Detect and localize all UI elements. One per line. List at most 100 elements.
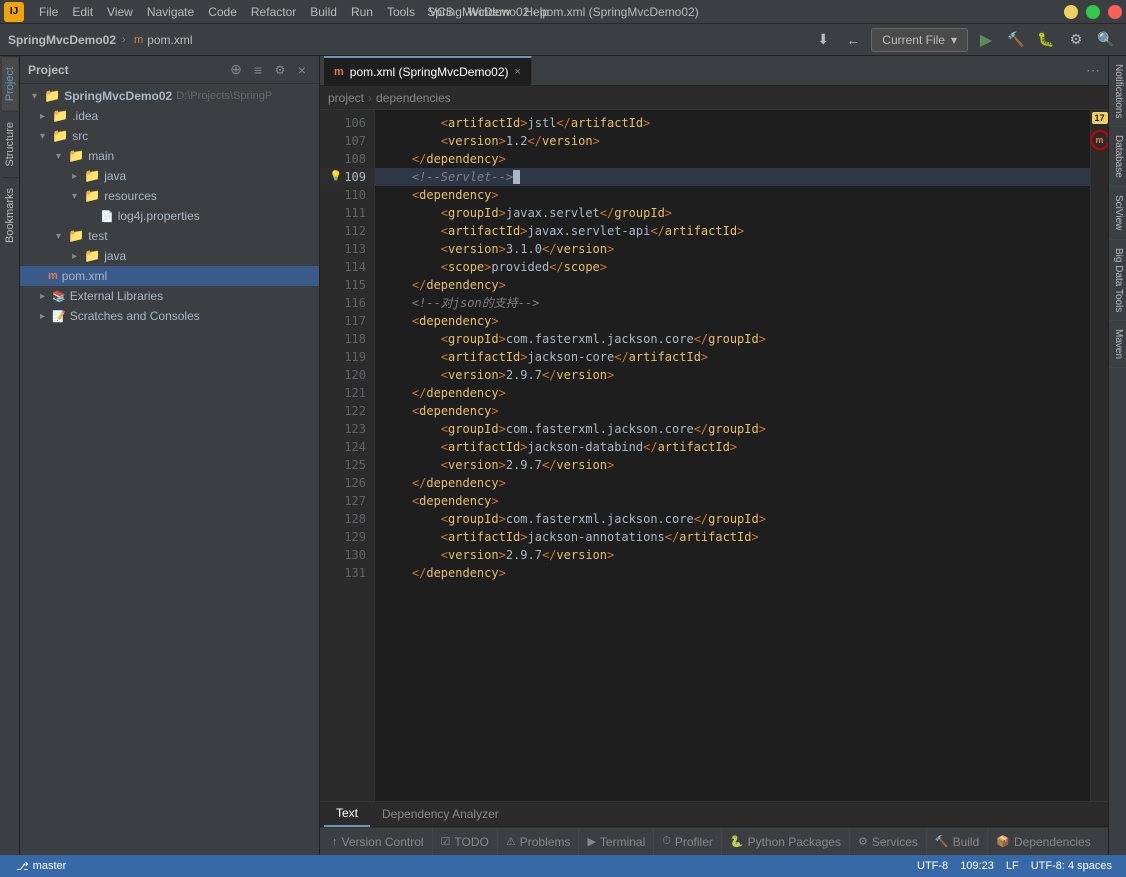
status-linesep[interactable]: LF (1000, 860, 1025, 872)
menu-item-navigate[interactable]: Navigate (140, 3, 201, 21)
code-line-130: <version>2.9.7</version> (375, 546, 1090, 564)
status-indent[interactable]: UTF-8: 4 spaces (1025, 860, 1118, 872)
status-position[interactable]: 109:23 (954, 860, 1000, 872)
right-tab-bigdata[interactable]: Big Data Tools (1109, 240, 1126, 321)
line-numbers-gutter: 106 107 108 💡 109 110 111 112 113 114 11… (320, 110, 375, 801)
code-line-119: <artifactId>jackson-core</artifactId> (375, 348, 1090, 366)
line-num-111: 111 (320, 204, 374, 222)
back-button[interactable]: ← (841, 28, 865, 52)
bc-item-project[interactable]: project (328, 91, 364, 105)
menu-item-code[interactable]: Code (201, 3, 244, 21)
editor-tab-pom[interactable]: m pom.xml (SpringMvcDemo02) × (324, 56, 532, 86)
tree-item-scratches[interactable]: ▸ 📝 Scratches and Consoles (20, 306, 319, 326)
tab-close-icon[interactable]: × (515, 66, 521, 78)
menu-item-file[interactable]: File (32, 3, 65, 21)
search-button[interactable]: 🔍 (1094, 28, 1118, 52)
tab-services[interactable]: ⚙ Services (850, 828, 927, 856)
tree-item-idea[interactable]: ▸ 📁 .idea (20, 106, 319, 126)
line-num-109: 💡 109 (320, 168, 374, 186)
git-branch-status[interactable]: ⎇ master (8, 860, 74, 873)
tree-item-resources[interactable]: ▾ 📁 resources (20, 186, 319, 206)
run-button[interactable]: ▶ (974, 28, 998, 52)
tab-text[interactable]: Text (324, 801, 370, 827)
tree-item-root[interactable]: ▾ 📁 SpringMvcDemo02 D:\Projects\SpringP (20, 86, 319, 106)
tab-terminal[interactable]: ▶ Terminal (579, 828, 654, 856)
build-button[interactable]: 🔨 (1004, 28, 1028, 52)
tree-label-java: java (104, 169, 126, 183)
minimize-button[interactable] (1064, 5, 1078, 19)
error-indicator-circle[interactable]: m (1090, 130, 1109, 150)
build-label: Build (953, 835, 980, 849)
bc-item-dependencies[interactable]: dependencies (376, 91, 451, 105)
dependencies-icon: 📦 (996, 835, 1010, 848)
tab-dependencies[interactable]: 📦 Dependencies (988, 828, 1098, 856)
close-button[interactable] (1108, 5, 1122, 19)
tab-menu-button[interactable]: ⋯ (1078, 62, 1108, 79)
current-file-label: Current File (882, 33, 945, 47)
code-line-128: <groupId>com.fasterxml.jackson.core</gro… (375, 510, 1090, 528)
tree-item-src[interactable]: ▾ 📁 src (20, 126, 319, 146)
right-tab-notifications[interactable]: Notifications (1109, 56, 1126, 127)
sidebar-add-button[interactable]: ⊕ (227, 61, 245, 79)
project-title-label: SpringMvcDemo02 (8, 33, 116, 47)
code-line-118: <groupId>com.fasterxml.jackson.core</gro… (375, 330, 1090, 348)
menu-item-edit[interactable]: Edit (65, 3, 100, 21)
left-tab-bookmarks[interactable]: Bookmarks (2, 177, 18, 253)
settings-button[interactable]: ⚙ (1064, 28, 1088, 52)
tab-dependency-analyzer[interactable]: Dependency Analyzer (370, 801, 511, 827)
tab-todo[interactable]: ☑ TODO (433, 828, 498, 856)
tab-problems[interactable]: ⚠ Problems (498, 828, 580, 856)
code-line-125: <version>2.9.7</version> (375, 456, 1090, 474)
current-file-dropdown[interactable]: Current File ▾ (871, 28, 968, 52)
tree-item-main[interactable]: ▾ 📁 main (20, 146, 319, 166)
tab-build[interactable]: 🔨 Build (927, 828, 988, 856)
right-tab-database[interactable]: Database (1109, 127, 1126, 187)
tree-item-java[interactable]: ▸ 📁 java (20, 166, 319, 186)
left-tab-structure[interactable]: Structure (2, 111, 18, 177)
tab-version-control[interactable]: ↑ Version Control (324, 828, 433, 856)
menu-item-tools[interactable]: Tools (380, 3, 422, 21)
tree-label-main: main (88, 149, 114, 163)
tree-item-test[interactable]: ▾ 📁 test (20, 226, 319, 246)
project-folder-icon: 📁 (44, 88, 60, 104)
python-packages-label: Python Packages (748, 835, 841, 849)
tree-item-log4j[interactable]: 📄 log4j.properties (20, 206, 319, 226)
sidebar-header: Project ⊕ ≡ ⚙ × (20, 56, 319, 84)
tree-label-idea: .idea (72, 109, 98, 123)
warning-badge[interactable]: 17 (1092, 112, 1108, 124)
tree-item-pom[interactable]: m pom.xml (20, 266, 319, 286)
tree-item-external-libs[interactable]: ▸ 📚 External Libraries (20, 286, 319, 306)
left-tab-project[interactable]: Project (2, 56, 18, 111)
vcs-update-button[interactable]: ⬇ (811, 28, 835, 52)
menu-item-run[interactable]: Run (344, 3, 380, 21)
sidebar-settings-icon[interactable]: ⚙ (271, 61, 289, 79)
menu-item-build[interactable]: Build (303, 3, 344, 21)
code-editor[interactable]: <artifactId>jstl</artifactId> <version>1… (375, 110, 1090, 801)
resources-folder-icon: 📁 (84, 188, 100, 204)
tab-profiler[interactable]: ⏱ Profiler (654, 828, 722, 856)
status-encoding[interactable]: UTF-8 (911, 860, 954, 872)
code-line-123: <groupId>com.fasterxml.jackson.core</gro… (375, 420, 1090, 438)
right-tab-sciview[interactable]: SciView (1109, 187, 1126, 239)
line-num-125: 125 (320, 456, 374, 474)
problems-label: Problems (520, 835, 571, 849)
debug-button[interactable]: 🐛 (1034, 28, 1058, 52)
sidebar-close-icon[interactable]: × (293, 61, 311, 79)
editor-tab-bar: m pom.xml (SpringMvcDemo02) × ⋯ (320, 56, 1108, 86)
tree-item-test-java[interactable]: ▸ 📁 java (20, 246, 319, 266)
editor-body: 106 107 108 💡 109 110 111 112 113 114 11… (320, 110, 1108, 801)
tree-path-label: D:\Projects\SpringP (176, 90, 272, 102)
line-num-106: 106 (320, 114, 374, 132)
sidebar-collapse-button[interactable]: ≡ (249, 61, 267, 79)
test-expand-icon: ▾ (56, 231, 68, 242)
menu-item-view[interactable]: View (100, 3, 140, 21)
tree-label-test-java: java (104, 249, 126, 263)
line-num-110: 110 (320, 186, 374, 204)
right-tab-maven[interactable]: Maven (1109, 321, 1126, 368)
pom-file-icon: m (48, 270, 58, 282)
maximize-button[interactable] (1086, 5, 1100, 19)
menu-item-refactor[interactable]: Refactor (244, 3, 303, 21)
services-label: Services (872, 835, 918, 849)
tab-python-packages[interactable]: 🐍 Python Packages (722, 828, 850, 856)
scratches-icon: 📝 (52, 310, 66, 323)
